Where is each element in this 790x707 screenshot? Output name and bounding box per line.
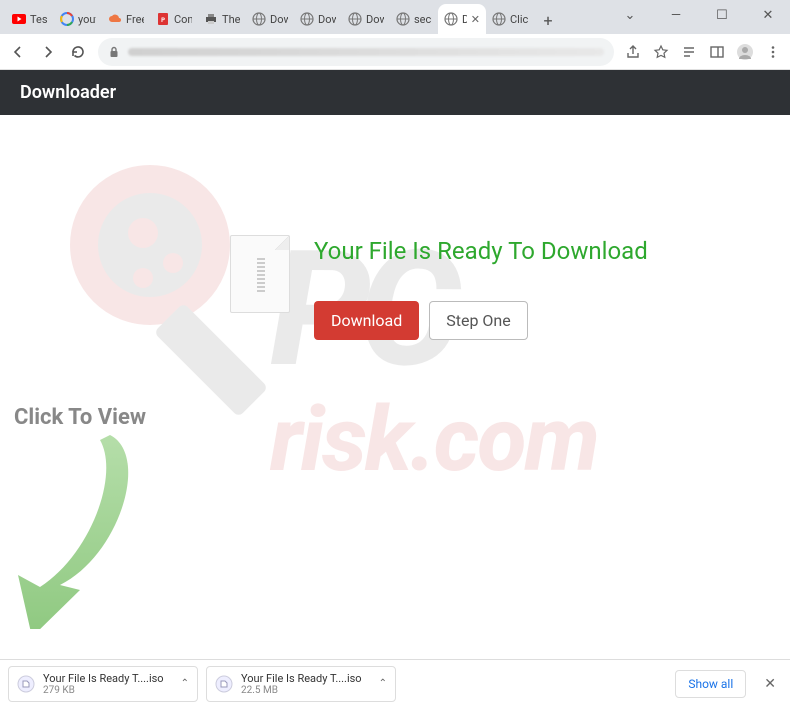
side-panel-icon[interactable] bbox=[708, 43, 726, 61]
click-to-view-label: Click To View bbox=[14, 405, 146, 430]
tab-9[interactable]: D✕ bbox=[438, 4, 486, 34]
share-icon[interactable] bbox=[624, 43, 642, 61]
window-controls: ⌄ — ☐ ✕ bbox=[616, 0, 790, 30]
tab-6[interactable]: Dow bbox=[294, 4, 342, 34]
arrow-down-icon bbox=[0, 415, 170, 629]
tab-8[interactable]: secu bbox=[390, 4, 438, 34]
tab-label: Free bbox=[126, 13, 144, 26]
tab-favicon-icon bbox=[444, 12, 458, 26]
tab-label: Dow bbox=[318, 13, 336, 26]
tab-label: Tesl bbox=[30, 13, 48, 26]
tab-label: Con bbox=[174, 13, 192, 26]
tab-2[interactable]: Free bbox=[102, 4, 150, 34]
tab-favicon-icon: P bbox=[156, 12, 170, 26]
tab-label: secu bbox=[414, 13, 432, 26]
new-tab-button[interactable]: + bbox=[534, 6, 562, 34]
download-card-1[interactable]: Your File Is Ready T....iso22.5 MB ⌃ bbox=[206, 666, 396, 702]
download-size: 22.5 MB bbox=[241, 685, 371, 696]
download-size: 279 KB bbox=[43, 685, 173, 696]
tab-favicon-icon bbox=[108, 12, 122, 26]
window-close-icon[interactable]: ✕ bbox=[754, 5, 782, 25]
chevron-up-icon[interactable]: ⌃ bbox=[181, 678, 189, 689]
tab-strip: TeslyoutFreePConTheDowDowDowsecuD✕Click+ bbox=[0, 0, 616, 34]
profile-icon[interactable] bbox=[736, 43, 754, 61]
tab-label: yout bbox=[78, 13, 96, 26]
menu-icon[interactable] bbox=[764, 43, 782, 61]
file-icon bbox=[230, 235, 290, 313]
browser-toolbar bbox=[0, 34, 790, 70]
tab-label: Dow bbox=[270, 13, 288, 26]
watermark: PC risk.com bbox=[30, 155, 760, 588]
reading-list-icon[interactable] bbox=[680, 43, 698, 61]
chevron-up-icon[interactable]: ⌃ bbox=[379, 678, 387, 689]
download-shelf: Your File Is Ready T....iso279 KB⌃Your F… bbox=[0, 659, 790, 707]
show-all-button[interactable]: Show all bbox=[675, 670, 746, 698]
download-button[interactable]: Download bbox=[314, 301, 419, 340]
tab-1[interactable]: yout bbox=[54, 4, 102, 34]
download-name: Your File Is Ready T....iso bbox=[241, 672, 371, 685]
tab-label: D bbox=[462, 13, 467, 26]
tab-favicon-icon bbox=[300, 12, 314, 26]
address-text bbox=[128, 48, 604, 56]
tab-3[interactable]: P Con bbox=[150, 4, 198, 34]
address-bar[interactable] bbox=[98, 38, 614, 66]
tab-close-icon[interactable]: ✕ bbox=[471, 13, 480, 26]
step-one-button[interactable]: Step One bbox=[429, 301, 528, 340]
window-dropdown-icon[interactable]: ⌄ bbox=[616, 5, 644, 25]
tab-label: The bbox=[222, 13, 240, 26]
tab-favicon-icon bbox=[60, 12, 74, 26]
window-minimize-icon[interactable]: — bbox=[662, 5, 690, 25]
page-title: Downloader bbox=[0, 70, 790, 115]
tab-10[interactable]: Click bbox=[486, 4, 534, 34]
download-card-0[interactable]: Your File Is Ready T....iso279 KB ⌃ bbox=[8, 666, 198, 702]
reload-button[interactable] bbox=[68, 42, 88, 62]
tab-0[interactable]: Tesl bbox=[6, 4, 54, 34]
shelf-close-icon[interactable]: ✕ bbox=[758, 672, 782, 696]
tab-favicon-icon bbox=[348, 12, 362, 26]
back-button[interactable] bbox=[8, 42, 28, 62]
tab-label: Click bbox=[510, 13, 528, 26]
page-content: Downloader PC risk.com Your File Is Read… bbox=[0, 70, 790, 629]
tab-favicon-icon bbox=[252, 12, 266, 26]
download-file-icon bbox=[215, 675, 233, 693]
tab-favicon-icon bbox=[204, 12, 218, 26]
tab-label: Dow bbox=[366, 13, 384, 26]
forward-button[interactable] bbox=[38, 42, 58, 62]
lock-icon bbox=[108, 46, 120, 58]
star-icon[interactable] bbox=[652, 43, 670, 61]
tab-5[interactable]: Dow bbox=[246, 4, 294, 34]
tab-4[interactable]: The bbox=[198, 4, 246, 34]
download-name: Your File Is Ready T....iso bbox=[43, 672, 173, 685]
tab-favicon-icon bbox=[12, 12, 26, 26]
window-maximize-icon[interactable]: ☐ bbox=[708, 5, 736, 25]
tab-favicon-icon bbox=[492, 12, 506, 26]
download-title: Your File Is Ready To Download bbox=[314, 235, 730, 267]
tab-7[interactable]: Dow bbox=[342, 4, 390, 34]
download-file-icon bbox=[17, 675, 35, 693]
svg-text:P: P bbox=[161, 17, 165, 24]
tab-favicon-icon bbox=[396, 12, 410, 26]
